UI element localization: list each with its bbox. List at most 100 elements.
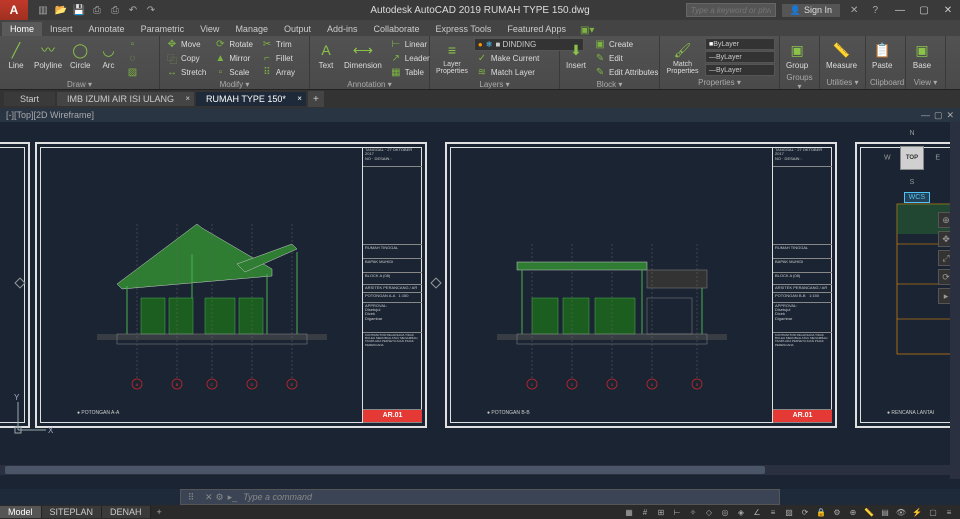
- close-button[interactable]: ✕: [936, 0, 960, 20]
- help-search-input[interactable]: [686, 3, 776, 17]
- new-icon[interactable]: ▥: [36, 3, 50, 17]
- signin-button[interactable]: 👤Sign In: [782, 4, 840, 17]
- maximize-button[interactable]: ▢: [912, 0, 936, 20]
- scrollbar-thumb[interactable]: [5, 466, 765, 474]
- color-combo[interactable]: ■ ByLayer: [705, 38, 775, 50]
- customize-cmd-icon[interactable]: ⚙: [216, 492, 224, 503]
- horizontal-scrollbar[interactable]: [0, 465, 960, 475]
- edit-attr-button[interactable]: ✎Edit Attributes: [592, 66, 660, 79]
- transparency-toggle[interactable]: ▨: [782, 506, 796, 518]
- viewcube-top-face[interactable]: TOP: [900, 146, 924, 170]
- otrack-toggle[interactable]: ∠: [750, 506, 764, 518]
- edit-block-button[interactable]: ✎Edit: [592, 52, 660, 65]
- polyline-button[interactable]: 〰Polyline: [32, 38, 64, 72]
- array-button[interactable]: ⠿Array: [259, 66, 297, 79]
- units-toggle[interactable]: 📏: [862, 506, 876, 518]
- dimension-button[interactable]: ⟷Dimension: [342, 38, 384, 72]
- ortho-toggle[interactable]: ⊢: [670, 506, 684, 518]
- open-icon[interactable]: 📂: [54, 3, 68, 17]
- mirror-button[interactable]: ▲Mirror: [212, 52, 255, 65]
- viewport-controls[interactable]: [-][Top][2D Wireframe]: [6, 110, 94, 120]
- draw-misc3[interactable]: ▨: [124, 66, 140, 79]
- create-block-button[interactable]: ▣Create: [592, 38, 660, 51]
- circle-button[interactable]: ◯Circle: [68, 38, 92, 72]
- stretch-button[interactable]: ↔Stretch: [164, 66, 208, 79]
- linetype-combo[interactable]: — ByLayer: [705, 64, 775, 76]
- group-button[interactable]: ▣Group: [784, 38, 810, 72]
- tab-parametric[interactable]: Parametric: [133, 22, 193, 36]
- hardware-accel-toggle[interactable]: ⚡: [910, 506, 924, 518]
- file-tab-1[interactable]: RUMAH TYPE 150*×: [196, 92, 306, 106]
- isodraft-toggle[interactable]: ◇: [702, 506, 716, 518]
- saveas-icon[interactable]: ⎙: [90, 3, 104, 17]
- redo-icon[interactable]: ↷: [144, 3, 158, 17]
- leader-button[interactable]: ↗Leader: [388, 52, 432, 65]
- draw-misc2[interactable]: ◌: [124, 52, 140, 65]
- move-button[interactable]: ✥Move: [164, 38, 208, 51]
- save-icon[interactable]: 💾: [72, 3, 86, 17]
- layer-props-button[interactable]: ≡Layer Properties: [434, 38, 470, 77]
- vertical-scrollbar[interactable]: [950, 122, 960, 479]
- help-icon[interactable]: ?: [868, 5, 882, 16]
- isolate-toggle[interactable]: 👁: [894, 506, 908, 518]
- tab-annotate[interactable]: Annotate: [81, 22, 133, 36]
- ribbon-expand-icon[interactable]: ▣▾: [580, 25, 594, 36]
- vp-max-icon[interactable]: ▢: [934, 110, 943, 121]
- wcs-badge[interactable]: WCS: [904, 192, 930, 203]
- close-cmd-icon[interactable]: ✕: [205, 492, 213, 503]
- base-button[interactable]: ▣Base: [910, 38, 934, 72]
- exchange-icon[interactable]: ✕: [846, 5, 862, 16]
- polar-toggle[interactable]: ✧: [686, 506, 700, 518]
- draw-misc1[interactable]: ▫: [124, 38, 140, 51]
- line-button[interactable]: ╱Line: [4, 38, 28, 72]
- measure-button[interactable]: 📏Measure: [824, 38, 859, 72]
- paste-button[interactable]: 📋Paste: [870, 38, 894, 72]
- model-space-toggle[interactable]: ▦: [622, 506, 636, 518]
- customize-status-icon[interactable]: ≡: [942, 506, 956, 518]
- layout-tab-1[interactable]: SITEPLAN: [42, 506, 103, 518]
- 3dosnap-toggle[interactable]: ◈: [734, 506, 748, 518]
- osnap-toggle[interactable]: ◎: [718, 506, 732, 518]
- layout-tab-model[interactable]: Model: [0, 506, 42, 518]
- close-tab-icon[interactable]: ×: [185, 94, 190, 103]
- start-tab[interactable]: Start: [4, 92, 55, 106]
- command-line[interactable]: ⠿ ✕⚙ ▸_ Type a command: [180, 489, 780, 505]
- annotation-scale[interactable]: 🔒: [814, 506, 828, 518]
- file-tab-0[interactable]: IMB IZUMI AIR ISI ULANG×: [57, 92, 194, 106]
- grip-icon[interactable]: ⠿: [181, 492, 201, 503]
- tab-output[interactable]: Output: [276, 22, 319, 36]
- fillet-button[interactable]: ⌐Fillet: [259, 52, 297, 65]
- copy-button[interactable]: ⿻Copy: [164, 52, 208, 65]
- vp-close-icon[interactable]: ✕: [946, 110, 954, 121]
- minimize-button[interactable]: —: [888, 0, 912, 20]
- match-props-button[interactable]: 🖌Match Properties: [664, 38, 701, 77]
- rotate-button[interactable]: ⟳Rotate: [212, 38, 255, 51]
- viewcube[interactable]: NS EW TOP: [884, 130, 940, 186]
- snap-toggle[interactable]: ⊞: [654, 506, 668, 518]
- layout-tab-2[interactable]: DENAH: [102, 506, 151, 518]
- new-tab-button[interactable]: +: [308, 91, 324, 107]
- clean-screen-toggle[interactable]: ▢: [926, 506, 940, 518]
- lineweight-toggle[interactable]: ≡: [766, 506, 780, 518]
- tab-manage[interactable]: Manage: [227, 22, 276, 36]
- quick-props-toggle[interactable]: ▤: [878, 506, 892, 518]
- tab-featured[interactable]: Featured Apps: [499, 22, 574, 36]
- selection-cycle-toggle[interactable]: ⟳: [798, 506, 812, 518]
- tab-addins[interactable]: Add-ins: [319, 22, 366, 36]
- lineweight-combo[interactable]: — ByLayer: [705, 51, 775, 63]
- tab-express[interactable]: Express Tools: [428, 22, 500, 36]
- insert-button[interactable]: ⬇Insert: [564, 38, 588, 72]
- scale-button[interactable]: ▫Scale: [212, 66, 255, 79]
- undo-icon[interactable]: ↶: [126, 3, 140, 17]
- trim-button[interactable]: ✂Trim: [259, 38, 297, 51]
- plot-icon[interactable]: ⎙: [108, 3, 122, 17]
- tab-insert[interactable]: Insert: [42, 22, 81, 36]
- tab-home[interactable]: Home: [2, 22, 42, 36]
- close-tab-icon[interactable]: ×: [297, 94, 302, 103]
- tab-view[interactable]: View: [192, 22, 227, 36]
- linear-button[interactable]: ⊢Linear: [388, 38, 432, 51]
- workspace-toggle[interactable]: ⚙: [830, 506, 844, 518]
- table-button[interactable]: ▦Table: [388, 66, 432, 79]
- add-layout-button[interactable]: +: [151, 506, 168, 518]
- drawing-canvas[interactable]: TANGGAL · 27 OKTOBER 2017NO · DESAIN : R…: [0, 122, 960, 489]
